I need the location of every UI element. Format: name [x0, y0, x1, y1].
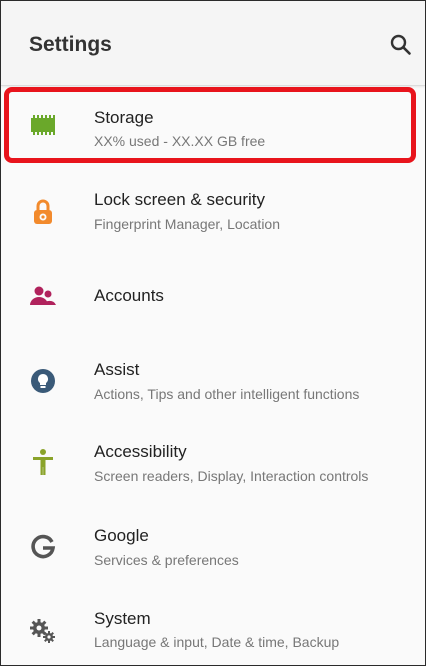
settings-item-title: Assist: [94, 360, 140, 379]
lightbulb-icon: [28, 366, 58, 396]
app-bar: Settings: [1, 1, 425, 86]
search-icon: [390, 34, 411, 55]
accessibility-person-icon: [28, 447, 58, 477]
settings-item-title: Google: [94, 526, 149, 545]
settings-item-google[interactable]: Google Services & preferences: [1, 502, 425, 585]
settings-item-assist[interactable]: Assist Actions, Tips and other intellige…: [1, 336, 425, 419]
settings-item-subtitle: Actions, Tips and other intelligent func…: [94, 386, 360, 402]
settings-item-subtitle: XX% used - XX.XX GB free: [94, 133, 266, 149]
settings-item-storage[interactable]: Storage XX% used - XX.XX GB free: [1, 86, 425, 169]
system-gears-icon: [28, 616, 58, 646]
settings-item-title: Accessibility: [94, 442, 187, 461]
lock-icon: [28, 197, 58, 227]
settings-item-subtitle: Fingerprint Manager, Location: [94, 216, 280, 232]
settings-item-subtitle: Language & input, Date & time, Backup: [94, 634, 340, 650]
page-title: Settings: [29, 33, 112, 56]
settings-item-lock-screen[interactable]: Lock screen & security Fingerprint Manag…: [1, 169, 425, 252]
accounts-people-icon: [28, 281, 58, 311]
storage-chip-icon: [28, 110, 58, 140]
settings-item-system[interactable]: System Language & input, Date & time, Ba…: [1, 586, 425, 665]
settings-item-title: Lock screen & security: [94, 190, 266, 209]
settings-item-title: System: [94, 609, 151, 628]
google-g-icon: [28, 532, 58, 562]
settings-item-subtitle: Services & preferences: [94, 552, 239, 568]
search-button[interactable]: [387, 31, 415, 59]
settings-item-subtitle: Screen readers, Display, Interaction con…: [94, 468, 369, 484]
settings-item-accounts[interactable]: Accounts: [1, 253, 425, 336]
settings-item-title: Accounts: [94, 286, 164, 305]
settings-item-accessibility[interactable]: Accessibility Screen readers, Display, I…: [1, 419, 425, 502]
settings-screen: Settings Storage XX% used - XX.XX GB fre…: [0, 0, 426, 666]
settings-item-title: Storage: [94, 108, 154, 127]
